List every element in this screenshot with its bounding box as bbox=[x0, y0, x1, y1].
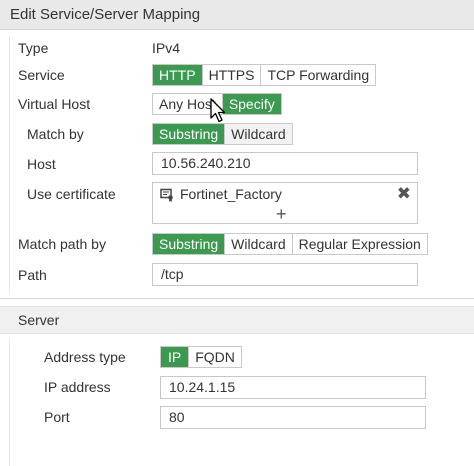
certificate-icon bbox=[160, 188, 173, 202]
match-by-option-substring[interactable]: Substring bbox=[153, 124, 226, 144]
address-type-selector: IP FQDN bbox=[160, 346, 242, 368]
type-label: Type bbox=[18, 40, 49, 56]
certificate-selector[interactable]: Fortinet_Factory ✖ + bbox=[152, 182, 418, 224]
path-label: Path bbox=[18, 267, 47, 283]
host-input[interactable]: 10.56.240.210 bbox=[152, 152, 418, 175]
match-path-by-selector: Substring Wildcard Regular Expression bbox=[152, 233, 428, 255]
service-option-http[interactable]: HTTP bbox=[153, 65, 203, 85]
left-border-server bbox=[9, 338, 10, 466]
port-label: Port bbox=[44, 409, 70, 425]
service-label: Service bbox=[18, 67, 65, 83]
match-by-option-wildcard[interactable]: Wildcard bbox=[225, 124, 292, 144]
match-by-label: Match by bbox=[27, 126, 84, 142]
left-border bbox=[9, 36, 10, 294]
address-type-option-ip[interactable]: IP bbox=[161, 347, 190, 367]
address-type-label: Address type bbox=[44, 349, 126, 365]
type-value: IPv4 bbox=[152, 40, 181, 56]
address-type-option-fqdn[interactable]: FQDN bbox=[189, 347, 241, 367]
path-input[interactable]: /tcp bbox=[152, 263, 418, 286]
server-section-header: Server bbox=[0, 306, 474, 334]
match-path-option-regular-expression[interactable]: Regular Expression bbox=[292, 234, 427, 254]
ip-address-input[interactable]: 10.24.1.15 bbox=[160, 376, 426, 399]
service-option-tcp-forwarding[interactable]: TCP Forwarding bbox=[261, 65, 376, 85]
server-section-title: Server bbox=[18, 312, 60, 328]
host-label: Host bbox=[27, 156, 56, 172]
virtual-host-option-specify[interactable]: Specify bbox=[222, 94, 281, 114]
use-certificate-label: Use certificate bbox=[27, 186, 116, 202]
add-certificate-icon[interactable]: + bbox=[276, 204, 287, 225]
section-divider bbox=[0, 298, 474, 299]
remove-certificate-icon[interactable]: ✖ bbox=[397, 184, 411, 204]
mouse-pointer-icon bbox=[210, 98, 226, 123]
virtual-host-label: Virtual Host bbox=[18, 96, 91, 112]
match-path-option-substring[interactable]: Substring bbox=[153, 234, 226, 254]
service-option-https[interactable]: HTTPS bbox=[202, 65, 262, 85]
port-input[interactable]: 80 bbox=[160, 406, 426, 429]
match-path-by-label: Match path by bbox=[18, 236, 106, 252]
ip-address-label: IP address bbox=[44, 379, 111, 395]
match-path-option-wildcard[interactable]: Wildcard bbox=[225, 234, 293, 254]
dialog-titlebar: Edit Service/Server Mapping bbox=[0, 0, 474, 30]
match-by-selector: Substring Wildcard bbox=[152, 123, 293, 145]
dialog-title: Edit Service/Server Mapping bbox=[10, 6, 201, 23]
certificate-name: Fortinet_Factory bbox=[180, 186, 282, 202]
service-selector: HTTP HTTPS TCP Forwarding bbox=[152, 64, 377, 86]
